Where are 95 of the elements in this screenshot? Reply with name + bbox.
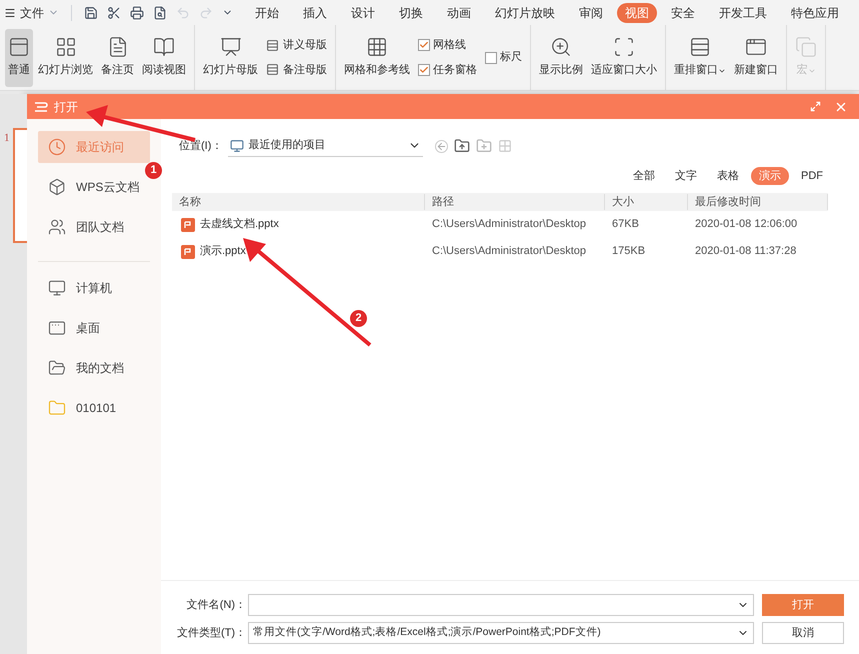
checkbox[interactable] (418, 64, 430, 76)
normal-view-icon (8, 36, 30, 58)
column-header[interactable]: 大小 (605, 194, 688, 210)
check-icon (419, 40, 429, 50)
scissors-icon[interactable] (107, 6, 121, 20)
file-menu-button[interactable]: 文件 (0, 0, 67, 25)
checkbox-option[interactable]: 任务窗格 (418, 62, 477, 78)
ribbon-button[interactable]: 幻灯片浏览 (35, 28, 96, 86)
layout-icon (266, 63, 279, 76)
app-logo-icon (34, 102, 48, 112)
checkbox-option[interactable]: 标尺 (485, 49, 522, 66)
fit-window-icon (613, 36, 635, 58)
location-dropdown[interactable]: 最近使用的项目 (228, 135, 424, 157)
zoom-icon (550, 36, 572, 58)
computer-icon (230, 138, 244, 152)
layout-icon (266, 38, 279, 52)
monitor-icon (48, 279, 66, 297)
file-name: 演示.pptx (200, 244, 246, 260)
ribbon-button[interactable]: 备注页 (98, 28, 137, 86)
grid-icon (366, 36, 388, 58)
file-row[interactable]: 演示.pptx C:\Users\Administrator\Desktop 175KB 2020-01-08 11:37:28 (172, 238, 828, 265)
ribbon-button[interactable]: 网格和参考线 (341, 28, 413, 86)
field-label: 文件类型(T)： (176, 626, 247, 641)
ribbon-button[interactable]: 显示比例 (536, 28, 586, 86)
save-icon[interactable] (84, 6, 98, 20)
back-icon[interactable] (435, 140, 448, 152)
ribbon-button[interactable]: 适应窗口大小 (588, 28, 660, 86)
ribbon-button[interactable]: 阅读视图 (139, 28, 189, 86)
sidebar-item[interactable]: 我的文档 (38, 352, 150, 384)
arrange-windows-icon (689, 36, 711, 58)
ribbon-button[interactable]: 重排窗口 (671, 28, 729, 86)
maximize-icon (810, 101, 820, 112)
file-path: C:\Users\Administrator\Desktop (431, 217, 588, 232)
menu-tab[interactable]: 幻灯片放映 (485, 2, 565, 22)
menu-tab[interactable]: 切换 (389, 2, 433, 22)
file-name-field[interactable] (248, 594, 754, 616)
menu-tab[interactable]: 特色应用 (781, 2, 849, 22)
filter-tab[interactable]: 表格 (709, 167, 747, 185)
book-icon (153, 36, 175, 58)
file-modified: 2020-01-08 11:37:28 (694, 244, 798, 260)
ribbon-button[interactable]: 普通 (5, 28, 33, 86)
checkbox[interactable] (418, 39, 430, 52)
file-type-dropdown[interactable]: 常用文件(文字/Word格式;表格/Excel格式;演示/PowerPoint格式;PDF文件) (248, 622, 754, 644)
field-label: 文件名(N)： (186, 598, 247, 613)
cancel-button[interactable]: 取消 (762, 622, 844, 644)
ribbon-small-button[interactable]: 备注母版 (266, 62, 327, 78)
sidebar-item[interactable]: 桌面 (38, 312, 150, 344)
ribbon-small-button[interactable]: 讲义母版 (266, 37, 327, 54)
presentation-file-icon (181, 218, 195, 232)
folder-up-icon[interactable] (454, 138, 470, 154)
preview-icon[interactable] (153, 6, 167, 20)
menu-tab[interactable]: 开始 (245, 2, 289, 22)
new-folder-icon[interactable] (476, 138, 492, 154)
file-name: 去虚线文档.pptx (200, 216, 279, 232)
menu-tab[interactable]: 开发工具 (709, 2, 777, 22)
ribbon-button[interactable]: 新建窗口 (731, 28, 781, 86)
checkbox[interactable] (485, 52, 497, 64)
menu-tab[interactable]: 安全 (661, 2, 705, 22)
column-header[interactable]: 名称 (172, 194, 425, 210)
check-icon (419, 64, 429, 75)
presentation-file-icon (181, 244, 195, 258)
user-folder-icon (48, 359, 66, 377)
desktop-icon (48, 319, 66, 337)
view-icon[interactable] (498, 139, 512, 153)
slide-number: 1 (4, 131, 10, 146)
file-row[interactable]: 去虚线文档.pptx C:\Users\Administrator\Desktop 67KB 2020-01-08 12:06:00 (172, 211, 828, 238)
file-path: C:\Users\Administrator\Desktop (431, 244, 588, 260)
sidebar-item[interactable]: 计算机 (38, 272, 150, 304)
dialog-title: 打开 (54, 98, 78, 116)
menu-tab[interactable]: 插入 (293, 2, 337, 22)
checkbox-option[interactable]: 网格线 (418, 37, 477, 54)
file-size: 67KB (611, 217, 640, 232)
column-header[interactable]: 最后修改时间 (688, 194, 828, 210)
menu-icon (4, 6, 16, 18)
column-header[interactable]: 路径 (425, 194, 605, 210)
sidebar-item[interactable]: 团队文档 (38, 211, 150, 243)
slide-thumbnail[interactable] (13, 128, 27, 243)
menu-tab[interactable]: 审阅 (569, 2, 613, 22)
windows-icon (795, 36, 817, 58)
grid-view-icon (54, 36, 76, 58)
file-modified: 2020-01-08 12:06:00 (694, 217, 798, 232)
slide-master-icon (220, 36, 242, 58)
menu-tab[interactable]: 动画 (437, 2, 481, 22)
ribbon-button[interactable]: 幻灯片母版 (200, 28, 261, 86)
sidebar-item[interactable]: 010101 (38, 392, 150, 424)
clock-icon (48, 138, 66, 156)
filter-tab[interactable]: 文字 (667, 167, 705, 185)
filter-tab[interactable]: PDF (793, 167, 831, 185)
team-icon (48, 218, 66, 236)
print-icon[interactable] (130, 6, 144, 20)
menu-tab[interactable]: 设计 (341, 2, 385, 22)
folder-icon (48, 399, 66, 417)
cube-icon (48, 178, 66, 196)
file-size: 175KB (611, 244, 646, 260)
filter-tab[interactable]: 全部 (625, 167, 663, 185)
